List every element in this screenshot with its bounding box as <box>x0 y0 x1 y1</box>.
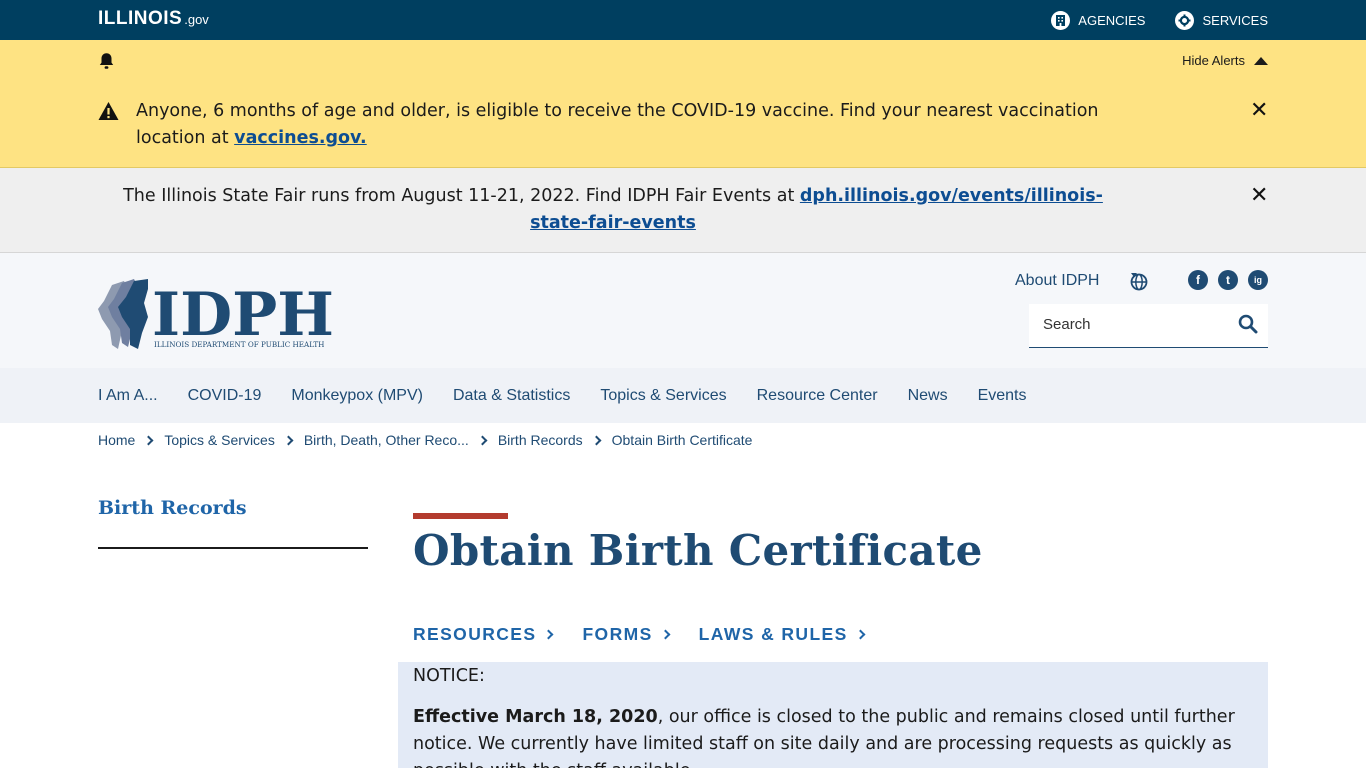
title-accent-bar <box>413 513 508 519</box>
twitter-icon[interactable]: t <box>1218 270 1238 290</box>
tab-forms-label: FORMS <box>582 624 653 644</box>
about-idph-link[interactable]: About IDPH <box>1015 272 1099 290</box>
idph-logo-mark: IDPH ILLINOIS DEPARTMENT OF PUBLIC HEALT… <box>98 279 334 350</box>
globe-icon[interactable] <box>1129 271 1149 291</box>
illinois-gov-logo[interactable]: ILLINOIS .gov <box>98 8 209 30</box>
warning-icon <box>98 102 119 120</box>
illinois-logo-suffix: .gov <box>184 12 209 27</box>
chevron-right-icon <box>544 629 554 640</box>
sidebar-divider <box>98 547 368 549</box>
tab-forms[interactable]: FORMS <box>582 624 671 645</box>
nav-item-i-am-a[interactable]: I Am A... <box>98 387 158 405</box>
facebook-icon[interactable]: f <box>1188 270 1208 290</box>
hide-alerts-label: Hide Alerts <box>1182 53 1245 68</box>
hide-alerts-toggle[interactable]: Hide Alerts <box>1182 53 1268 68</box>
covid-alert-message: Anyone, 6 months of age and older, is el… <box>136 98 1166 152</box>
bell-icon <box>99 53 114 69</box>
notice-label: NOTICE: <box>413 666 485 686</box>
chevron-right-icon <box>477 435 488 445</box>
agencies-label: AGENCIES <box>1078 12 1146 28</box>
tab-resources[interactable]: RESOURCES <box>413 624 554 645</box>
social-links: f t ig <box>1188 270 1268 290</box>
notice-box: NOTICE: Effective March 18, 2020, our of… <box>398 662 1268 768</box>
nav-item-events[interactable]: Events <box>978 387 1027 405</box>
gears-icon <box>1175 10 1195 30</box>
tab-laws-rules-label: LAWS & RULES <box>698 624 848 644</box>
agencies-link[interactable]: AGENCIES <box>1051 10 1146 30</box>
nav-item-resource-center[interactable]: Resource Center <box>757 387 878 405</box>
nav-item-monkeypox[interactable]: Monkeypox (MPV) <box>291 387 423 405</box>
nav-item-topics-services[interactable]: Topics & Services <box>600 387 726 405</box>
breadcrumb: Home Topics & Services Birth, Death, Oth… <box>98 432 752 448</box>
close-covid-alert-icon[interactable]: ✕ <box>1250 100 1268 122</box>
close-fair-alert-icon[interactable]: ✕ <box>1250 185 1268 207</box>
illinois-logo-text: ILLINOIS <box>98 8 183 29</box>
search-icon[interactable] <box>1238 314 1258 334</box>
sidebar-title-birth-records[interactable]: Birth Records <box>98 497 247 519</box>
nav-item-covid-19[interactable]: COVID-19 <box>188 387 262 405</box>
notice-body: Effective March 18, 2020, our office is … <box>413 704 1258 768</box>
breadcrumb-home[interactable]: Home <box>98 432 135 448</box>
chevron-right-icon <box>660 629 671 640</box>
breadcrumb-birth-records[interactable]: Birth Records <box>498 432 583 448</box>
caret-up-icon <box>1254 56 1268 65</box>
idph-logo-subtitle: ILLINOIS DEPARTMENT OF PUBLIC HEALTH <box>154 340 324 349</box>
state-top-bar: ILLINOIS .gov AGENCIES SERVICES <box>0 0 1366 40</box>
instagram-icon[interactable]: ig <box>1248 270 1268 290</box>
building-icon <box>1051 10 1071 30</box>
main-nav: I Am A... COVID-19 Monkeypox (MPV) Data … <box>0 368 1366 423</box>
section-tabs: RESOURCES FORMS LAWS & RULES <box>413 624 866 645</box>
chevron-right-icon <box>855 629 866 640</box>
tab-laws-rules[interactable]: LAWS & RULES <box>698 624 866 645</box>
tab-resources-label: RESOURCES <box>413 624 537 644</box>
page-title: Obtain Birth Certificate <box>413 526 983 575</box>
search-input[interactable] <box>1043 316 1223 333</box>
fair-alert-message: The Illinois State Fair runs from August… <box>98 183 1128 237</box>
notice-effective-date: Effective March 18, 2020 <box>413 707 658 727</box>
breadcrumb-birth-death-records[interactable]: Birth, Death, Other Reco... <box>304 432 469 448</box>
breadcrumb-topics-services[interactable]: Topics & Services <box>164 432 274 448</box>
chevron-right-icon <box>283 435 294 445</box>
fair-alert-text: The Illinois State Fair runs from August… <box>123 186 800 206</box>
top-links: AGENCIES SERVICES <box>1051 0 1268 40</box>
nav-items: I Am A... COVID-19 Monkeypox (MPV) Data … <box>98 368 1027 423</box>
services-label: SERVICES <box>1202 12 1268 28</box>
nav-item-data-statistics[interactable]: Data & Statistics <box>453 387 570 405</box>
chevron-right-icon <box>591 435 602 445</box>
services-link[interactable]: SERVICES <box>1175 10 1268 30</box>
breadcrumb-current: Obtain Birth Certificate <box>611 432 753 448</box>
chevron-right-icon <box>143 435 154 445</box>
search-box <box>1029 304 1268 348</box>
vaccines-gov-link[interactable]: vaccines.gov. <box>234 128 367 148</box>
nav-item-news[interactable]: News <box>908 387 948 405</box>
